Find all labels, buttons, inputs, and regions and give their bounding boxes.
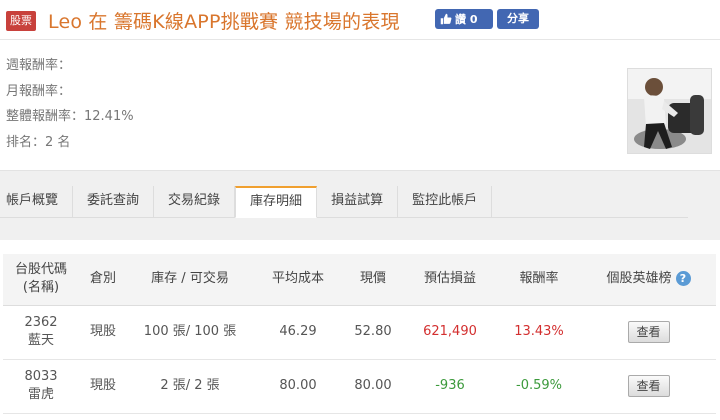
stock-name: 雷虎	[27, 387, 54, 402]
table-header-row: 台股代碼 (名稱) 倉別 庫存 / 可交易 平均成本 現價 預估損益 報酬率 個…	[3, 254, 716, 306]
stock-code-cell: 8033 雷虎	[3, 359, 79, 414]
current-price: 52.80	[343, 305, 403, 360]
facebook-like-button[interactable]: 讚 0	[435, 9, 493, 29]
category-badge: 股票	[6, 11, 36, 31]
col-price: 現價	[343, 254, 403, 306]
tab-order-query[interactable]: 委託查詢	[73, 186, 155, 218]
estimated-pl: 621,490	[403, 305, 497, 360]
page-title: Leo 在 籌碼K線APP挑戰賽 競技場的表現	[48, 11, 400, 33]
col-heroes: 個股英雄榜?	[581, 254, 716, 306]
avg-cost: 46.29	[253, 305, 343, 360]
estimated-pl: -936	[403, 359, 497, 414]
stock-name: 藍天	[27, 333, 54, 348]
col-avg-cost: 平均成本	[253, 254, 343, 306]
col-est-pl: 預估損益	[403, 254, 497, 306]
view-button[interactable]: 查看	[627, 321, 670, 343]
current-price: 80.00	[343, 359, 403, 414]
rank: 排名：2 名	[6, 134, 71, 150]
tab-monitor-account[interactable]: 監控此帳戶	[398, 186, 493, 218]
return-rate: 13.43%	[497, 305, 581, 360]
weekly-return: 週報酬率：	[6, 58, 72, 73]
position-type: 現股	[79, 359, 127, 414]
position-type: 現股	[79, 305, 127, 360]
avatar	[627, 68, 712, 154]
table-row: 8033 雷虎 現股 2 張/ 2 張 80.00 80.00 -936 -0.…	[3, 359, 716, 414]
page-header: 股票 Leo 在 籌碼K線APP挑戰賽 競技場的表現 讚 0 分享	[0, 0, 720, 40]
holdings: 100 張/ 100 張	[127, 305, 253, 360]
monthly-return: 月報酬率：	[6, 83, 72, 99]
avg-cost: 80.00	[253, 359, 343, 414]
col-return: 報酬率	[497, 254, 581, 306]
tab-account-overview[interactable]: 帳戶概覽	[0, 186, 74, 218]
thumbs-up-icon	[440, 13, 452, 25]
tab-inventory-details[interactable]: 庫存明細	[235, 186, 318, 218]
stock-code: 8033	[24, 369, 58, 384]
like-count-label: 讚 0	[455, 13, 478, 26]
stock-code: 2362	[24, 315, 58, 330]
view-button[interactable]: 查看	[627, 375, 670, 397]
overall-return: 整體報酬率：12.41%	[6, 109, 134, 124]
action-cell: 查看	[581, 305, 716, 360]
tab-trade-records[interactable]: 交易紀錄	[154, 186, 236, 218]
holdings-table: 台股代碼 (名稱) 倉別 庫存 / 可交易 平均成本 現價 預估損益 報酬率 個…	[3, 254, 716, 414]
help-icon[interactable]: ?	[675, 271, 691, 287]
table-row: 2362 藍天 現股 100 張/ 100 張 46.29 52.80 621,…	[3, 305, 716, 360]
return-rate: -0.59%	[497, 359, 581, 414]
performance-stats: 週報酬率： 月報酬率： 整體報酬率：12.41% 排名：2 名	[6, 58, 134, 160]
action-cell: 查看	[581, 359, 716, 414]
col-holdings: 庫存 / 可交易	[127, 254, 253, 306]
facebook-share-button[interactable]: 分享	[497, 9, 539, 29]
col-code: 台股代碼 (名稱)	[3, 254, 79, 306]
stock-code-cell: 2362 藍天	[3, 305, 79, 360]
col-type: 倉別	[79, 254, 127, 306]
tab-bar: 帳戶概覽 委託查詢 交易紀錄 庫存明細 損益試算 監控此帳戶	[0, 186, 689, 218]
tab-pl-calculator[interactable]: 損益試算	[317, 186, 399, 218]
tab-bar-filler	[492, 186, 689, 218]
holdings: 2 張/ 2 張	[127, 359, 253, 414]
